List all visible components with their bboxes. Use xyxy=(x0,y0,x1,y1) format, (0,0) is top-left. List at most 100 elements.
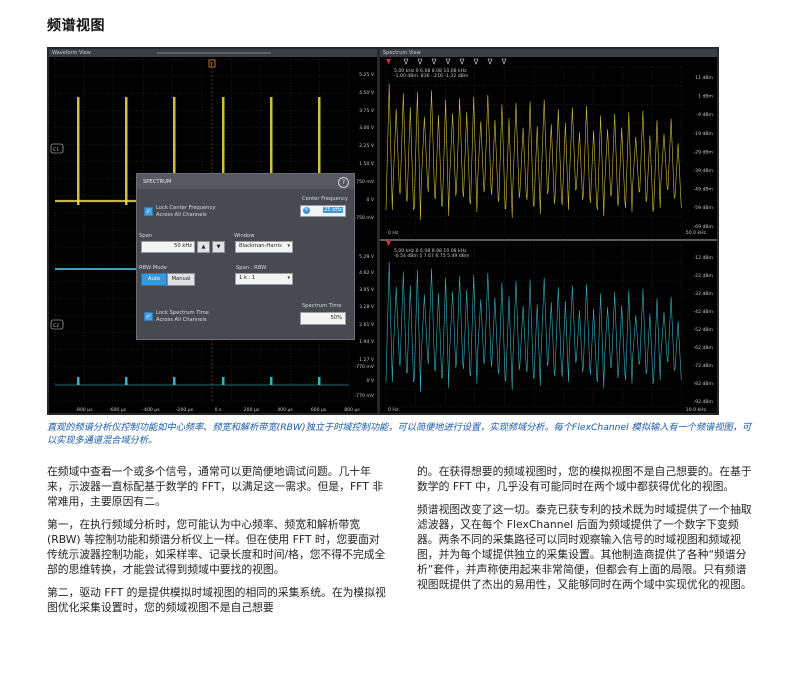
right-column: 的。在获得想要的频域视图时，您的模拟视图不是自己想要的。在基于数学的 FFT 中… xyxy=(417,464,757,600)
x-axis-end-label: 10.0 kHz xyxy=(686,407,707,413)
span-value: 50 kHz xyxy=(174,243,192,249)
window-label: Window xyxy=(234,233,255,239)
y-axis-tick-label: 2.25 V xyxy=(359,143,375,149)
rbw-manual-button[interactable]: Manual xyxy=(167,273,195,286)
ch2-spectrum-trace xyxy=(385,261,682,393)
y-axis-tick-label: 4.50 V xyxy=(359,90,375,96)
ch1-pulse xyxy=(77,97,80,205)
body-paragraph: 频谱视图改变了这一切。泰克已获专利的技术既为时域提供了一个抽取滤波器，又在每个 … xyxy=(417,503,752,591)
marker-icon xyxy=(473,58,479,65)
y-axis-tick-label: -32 dBm xyxy=(693,291,713,297)
y-axis-tick-label: -770 mV xyxy=(354,393,374,399)
spectrum-time-field[interactable]: 50% xyxy=(300,312,346,325)
y-axis-tick-label: -12 dBm xyxy=(693,255,713,261)
rbw-mode-label: RBW Mode xyxy=(139,265,167,271)
y-axis-tick-label: -49 dBm xyxy=(693,187,713,193)
y-axis-tick-label: -22 dBm xyxy=(693,273,713,279)
y-axis-tick-label: -770 mV xyxy=(354,364,374,370)
y-axis-tick-label: 4.62 V xyxy=(359,270,375,276)
x-axis-tick-label: 200 µs xyxy=(244,407,260,413)
marker-icon xyxy=(431,58,437,65)
ch2-pulse xyxy=(270,377,273,385)
x-axis-tick-label: -200 µs xyxy=(176,407,194,413)
y-axis-tick-label: 3.95 V xyxy=(359,287,375,293)
y-axis-tick-label: -59 dBm xyxy=(693,205,713,211)
marker-icon xyxy=(487,58,493,65)
marker-icon xyxy=(459,58,465,65)
span-rbw-select[interactable]: 1 k : 1 ▾ xyxy=(235,273,293,285)
x-axis-tick-label: 600 µs xyxy=(311,407,327,413)
y-axis-tick-label: -9 dBm xyxy=(696,112,713,118)
y-axis-tick-label: 3.00 V xyxy=(359,125,375,131)
ch2-pulse xyxy=(77,377,80,385)
section-heading: 频谱视图 xyxy=(47,18,105,34)
lock-center-label: Lock Center Frequency Across All Channel… xyxy=(156,205,216,218)
y-axis-tick-label: 1.50 V xyxy=(359,161,375,167)
y-axis-tick-label: -92 dBm xyxy=(693,399,713,405)
y-axis-tick-label: 1 dBm xyxy=(698,94,713,100)
spectrum-time-value: 50% xyxy=(330,315,342,321)
x-axis-tick-label: 0 s xyxy=(215,407,222,413)
y-axis-tick-label: 1.27 V xyxy=(359,357,375,363)
span-up-button[interactable]: ▲ xyxy=(197,241,210,253)
y-axis-tick-label: -39 dBm xyxy=(693,168,713,174)
span-down-button[interactable]: ▼ xyxy=(212,241,225,253)
y-axis-tick-label: -750 mV xyxy=(354,215,374,221)
x-axis-tick-label: 800 µs xyxy=(344,407,360,413)
x-axis-start-label: 0 Hz xyxy=(388,230,399,236)
x-axis-tick-label: 400 µs xyxy=(277,407,293,413)
y-axis-tick-label: -69 dBm xyxy=(693,224,713,230)
y-axis-tick-label: -29 dBm xyxy=(693,149,713,155)
window-value: Blackman-Harris xyxy=(239,243,282,249)
y-axis-tick-label: 1.94 V xyxy=(359,339,375,345)
ch2-pulse xyxy=(222,377,225,385)
y-axis-tick-label: -42 dBm xyxy=(693,309,713,315)
body-paragraph: 在频域中查看一个或多个信号，通常可以更简便地调试问题。几十年来，示波器一直标配基… xyxy=(47,465,384,508)
ch1-pulse xyxy=(125,97,128,205)
y-axis-tick-label: 0 V xyxy=(366,197,374,203)
left-column: 在频域中查看一个或多个信号，通常可以更简便地调试问题。几十年来，示波器一直标配基… xyxy=(47,464,387,623)
rbw-auto-button[interactable]: Auto xyxy=(141,273,167,286)
y-axis-tick-label: 3.28 V xyxy=(359,304,375,310)
span-field[interactable]: 50 kHz xyxy=(141,241,195,253)
help-icon[interactable]: ? xyxy=(338,177,349,188)
oscilloscope-screenshot: Waveform View T C1 C2 5.25 V 4.50 V 3.75 V 3.… xyxy=(47,47,719,415)
y-axis-tick-label: 3.75 V xyxy=(359,108,375,114)
x-axis-tick-label: -600 µs xyxy=(109,407,127,413)
y-axis-tick-label: -19 dBm xyxy=(693,131,713,137)
y-axis-tick-label: 750 mV xyxy=(356,179,375,185)
marker-icon xyxy=(417,58,423,65)
y-axis-tick-label: 11 dBm xyxy=(695,75,713,81)
span-rbw-value: 1 k : 1 xyxy=(239,275,256,281)
center-frequency-label: Center Frequency xyxy=(302,196,348,202)
channel-label: C1 xyxy=(53,147,59,153)
y-axis-tick-label: -82 dBm xyxy=(693,381,713,387)
y-axis-tick-label: 2.61 V xyxy=(359,322,375,328)
lock-center-checkbox[interactable]: ✓ xyxy=(144,207,153,216)
marker-icon xyxy=(501,58,507,65)
marker-readout: -1.00 dBm .836 -.216 -1.32 dBm xyxy=(394,73,469,79)
body-paragraph: 的。在获得想要的频域视图时，您的模拟视图不是自己想要的。在基于数学的 FFT 中… xyxy=(417,465,752,493)
trigger-marker-label: T xyxy=(209,62,213,68)
ch2-pulse xyxy=(318,377,321,385)
y-axis-tick-label: -72 dBm xyxy=(693,363,713,369)
spectrum-time-label: Spectrum Time xyxy=(302,303,342,309)
figure-caption: 直观的频谱分析仪控制功能如中心频率、频宽和解析带宽(RBW)独立于时域控制功能，… xyxy=(47,422,752,446)
lock-time-checkbox[interactable]: ✓ xyxy=(144,312,153,321)
ch2-pulse xyxy=(173,377,176,385)
x-axis-tick-label: -400 µs xyxy=(142,407,160,413)
body-paragraph: 第二，驱动 FFT 的是提供模拟时域视图的相同的采集系统。在为模拟视图优化采集设… xyxy=(47,586,386,614)
edit-icon: ✎ xyxy=(303,207,310,214)
dialog-header: SPECTRUM ? xyxy=(137,174,354,189)
marker-icon xyxy=(403,58,409,65)
chevron-down-icon: ▾ xyxy=(287,275,290,281)
y-axis-tick-label: 0 V xyxy=(366,378,374,384)
window-select[interactable]: Blackman-Harris ▾ xyxy=(235,241,293,253)
y-axis-tick-label: 5.25 V xyxy=(359,72,375,78)
spectrum-settings-dialog: SPECTRUM ? ✓ Lock Center Frequency Acros… xyxy=(136,173,355,340)
lock-time-label: Lock Spectrum Time Across All Channels xyxy=(156,310,209,323)
marker-icon xyxy=(445,58,451,65)
x-axis-end-label: 50.0 kHz xyxy=(686,230,707,236)
x-axis-start-label: 0 Hz xyxy=(388,407,399,413)
center-frequency-field[interactable]: ✎ 25 kHz xyxy=(300,205,346,217)
